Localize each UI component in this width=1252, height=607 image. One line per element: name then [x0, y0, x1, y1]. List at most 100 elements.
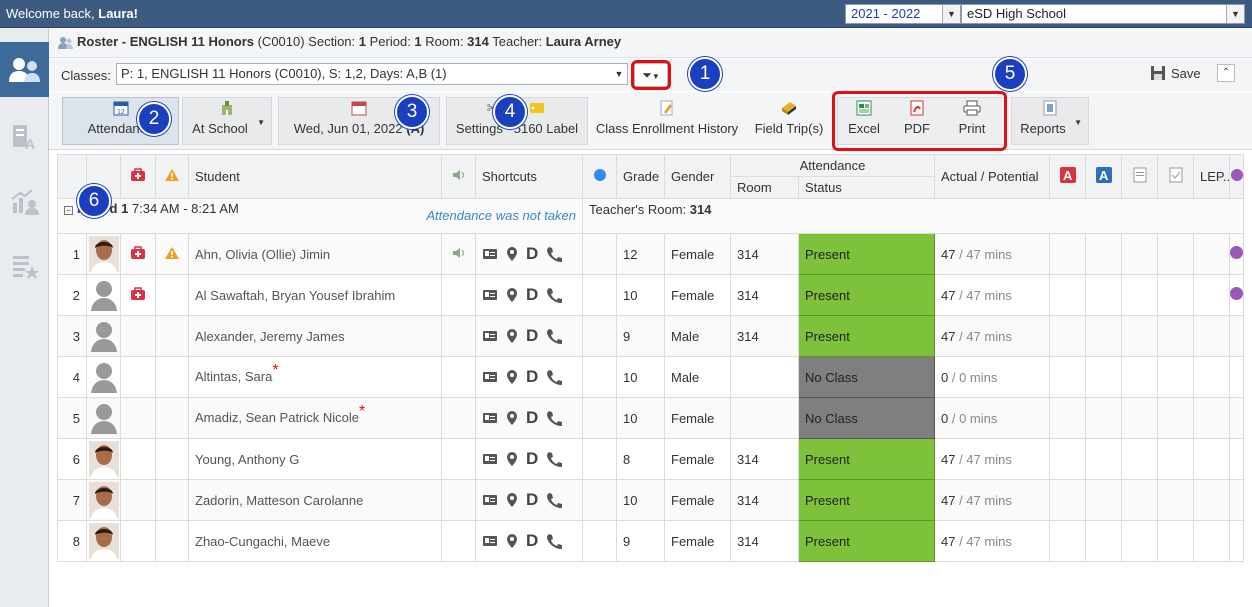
id-card-icon[interactable] [482, 330, 498, 342]
phone-icon[interactable] [546, 492, 563, 508]
location-pin-icon[interactable] [506, 533, 518, 549]
col-status[interactable]: Status [798, 176, 935, 199]
location-pin-icon[interactable] [506, 369, 518, 385]
col-alert[interactable] [155, 154, 189, 199]
attendance-status[interactable]: Present [798, 233, 935, 275]
id-card-icon[interactable] [482, 412, 498, 424]
at-school-button[interactable]: At School ▼ [182, 97, 272, 145]
col-medical[interactable] [120, 154, 156, 199]
school-select[interactable]: eSD High School ▼ [961, 4, 1245, 24]
col-actual-potential[interactable]: Actual / Potential [934, 154, 1050, 199]
phone-icon[interactable] [546, 410, 563, 426]
col-status-dot[interactable] [582, 154, 617, 199]
d-shortcut-icon[interactable]: D [526, 490, 538, 510]
id-card-icon[interactable] [482, 453, 498, 465]
speaker-icon[interactable] [451, 246, 467, 260]
id-card-icon[interactable] [482, 371, 498, 383]
student-photo-placeholder[interactable] [89, 359, 119, 395]
id-card-icon[interactable] [482, 248, 498, 260]
collapse-button[interactable]: ⌃ [1217, 64, 1235, 82]
id-card-icon[interactable] [482, 494, 498, 506]
student-photo-placeholder[interactable] [89, 318, 119, 354]
col-student[interactable]: Student [188, 154, 442, 199]
student-name[interactable]: Altintas, Sara* [188, 356, 442, 398]
table-row[interactable]: 7 Zadorin, Matteson Carolanne D 10 Female 314… [57, 479, 1244, 521]
settings-button[interactable]: Settings [456, 121, 503, 136]
collapse-period-icon[interactable]: − [64, 206, 73, 215]
col-check[interactable] [1157, 154, 1194, 199]
d-shortcut-icon[interactable]: D [526, 285, 538, 305]
student-name[interactable]: Al Sawaftah, Bryan Yousef Ibrahim [188, 274, 442, 316]
d-shortcut-icon[interactable]: D [526, 531, 538, 551]
id-card-icon[interactable] [482, 535, 498, 547]
school-year-select[interactable]: 2021 - 2022 ▼ [845, 4, 961, 24]
attendance-status[interactable]: Present [798, 315, 935, 357]
warning-icon[interactable] [164, 246, 180, 260]
attendance-status[interactable]: No Class [798, 397, 935, 439]
location-pin-icon[interactable] [506, 410, 518, 426]
attendance-status[interactable]: Present [798, 520, 935, 562]
student-photo[interactable] [89, 523, 119, 559]
student-photo[interactable] [89, 236, 119, 272]
sidebar-item-progress[interactable] [0, 173, 49, 228]
student-name[interactable]: Amadiz, Sean Patrick Nicole* [188, 397, 442, 439]
table-row[interactable]: 3 Alexander, Jeremy James D 9 Male 314 Present… [57, 315, 1244, 357]
student-photo-placeholder[interactable] [89, 277, 119, 313]
phone-icon[interactable] [546, 369, 563, 385]
location-pin-icon[interactable] [506, 451, 518, 467]
d-shortcut-icon[interactable]: D [526, 367, 538, 387]
attendance-status[interactable]: Present [798, 479, 935, 521]
location-pin-icon[interactable] [506, 246, 518, 262]
col-purple[interactable] [1229, 154, 1244, 199]
sidebar-item-standards[interactable] [0, 238, 49, 293]
reports-button[interactable]: Reports ▼ [1011, 97, 1089, 145]
sidebar-item-roster[interactable] [0, 42, 49, 97]
col-a-blue[interactable]: A [1085, 154, 1122, 199]
student-photo[interactable] [89, 482, 119, 518]
col-room[interactable]: Room [730, 176, 799, 199]
field-trips-button[interactable]: Field Trip(s) [747, 97, 831, 145]
medical-kit-icon[interactable] [130, 245, 146, 260]
d-shortcut-icon[interactable]: D [526, 326, 538, 346]
phone-icon[interactable] [546, 246, 563, 262]
location-pin-icon[interactable] [506, 287, 518, 303]
student-name[interactable]: Ahn, Olivia (Ollie) Jimin [188, 233, 442, 275]
student-photo-placeholder[interactable] [89, 400, 119, 436]
col-grade[interactable]: Grade [616, 154, 665, 199]
table-row[interactable]: 6 Young, Anthony G D 8 Female 314 Present 47 / … [57, 438, 1244, 480]
student-name[interactable]: Young, Anthony G [188, 438, 442, 480]
col-lep[interactable]: LEP.. [1193, 154, 1230, 199]
table-row[interactable]: 4 Altintas, Sara* D 10 Male No Class 0 / 0 min… [57, 356, 1244, 398]
student-photo[interactable] [89, 441, 119, 477]
save-button[interactable]: Save [1150, 65, 1201, 81]
student-name[interactable]: Zadorin, Matteson Carolanne [188, 479, 442, 521]
table-row[interactable]: 2 Al Sawaftah, Bryan Yousef Ibrahim D 10 Fem… [57, 274, 1244, 316]
sidebar-item-grades[interactable]: A [0, 108, 49, 163]
classes-select[interactable]: P: 1, ENGLISH 11 Honors (C0010), S: 1,2,… [116, 63, 628, 85]
table-row[interactable]: 1 Ahn, Olivia (Ollie) Jimin D 12 Female 314 Pr… [57, 233, 1244, 275]
col-audio[interactable] [441, 154, 476, 199]
student-name[interactable]: Zhao-Cungachi, Maeve [188, 520, 442, 562]
label-5160-button[interactable]: 5160 Label [514, 121, 578, 136]
attendance-status[interactable]: Present [798, 438, 935, 480]
d-shortcut-icon[interactable]: D [526, 408, 538, 428]
d-shortcut-icon[interactable]: D [526, 449, 538, 469]
col-gender[interactable]: Gender [664, 154, 731, 199]
attendance-status[interactable]: No Class [798, 356, 935, 398]
table-row[interactable]: 8 Zhao-Cungachi, Maeve D 9 Female 314 Present 4… [57, 520, 1244, 562]
medical-kit-icon[interactable] [130, 286, 146, 301]
phone-icon[interactable] [546, 287, 563, 303]
attendance-status[interactable]: Present [798, 274, 935, 316]
class-enrollment-history-button[interactable]: Class Enrollment History [594, 97, 740, 145]
location-pin-icon[interactable] [506, 492, 518, 508]
phone-icon[interactable] [546, 328, 563, 344]
student-name[interactable]: Alexander, Jeremy James [188, 315, 442, 357]
phone-icon[interactable] [546, 451, 563, 467]
table-row[interactable]: 5 Amadiz, Sean Patrick Nicole* D 10 Female No… [57, 397, 1244, 439]
id-card-icon[interactable] [482, 289, 498, 301]
col-notes[interactable] [1121, 154, 1158, 199]
phone-icon[interactable] [546, 533, 563, 549]
d-shortcut-icon[interactable]: D [526, 244, 538, 264]
location-pin-icon[interactable] [506, 328, 518, 344]
col-a-red[interactable]: A [1049, 154, 1086, 199]
